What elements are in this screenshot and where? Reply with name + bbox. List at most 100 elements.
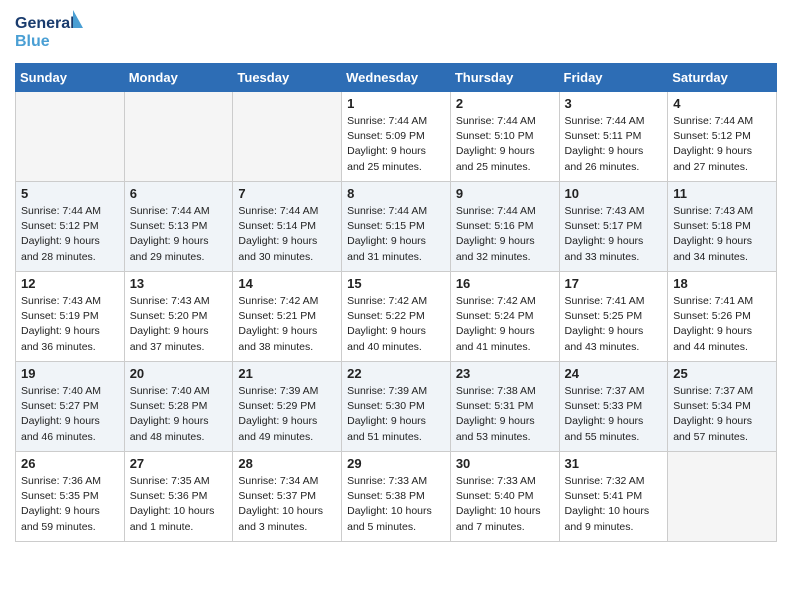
calendar-cell: 19 Sunrise: 7:40 AMSunset: 5:27 PMDayligh… xyxy=(16,362,125,452)
calendar-cell xyxy=(668,452,777,542)
day-info: Sunrise: 7:40 AMSunset: 5:28 PMDaylight:… xyxy=(130,384,228,445)
calendar-cell xyxy=(233,92,342,182)
day-number: 26 xyxy=(21,456,119,471)
calendar-cell: 25 Sunrise: 7:37 AMSunset: 5:34 PMDayligh… xyxy=(668,362,777,452)
day-info: Sunrise: 7:41 AMSunset: 5:26 PMDaylight:… xyxy=(673,294,771,355)
day-info: Sunrise: 7:40 AMSunset: 5:27 PMDaylight:… xyxy=(21,384,119,445)
calendar-cell: 20 Sunrise: 7:40 AMSunset: 5:28 PMDayligh… xyxy=(124,362,233,452)
day-info: Sunrise: 7:44 AMSunset: 5:12 PMDaylight:… xyxy=(673,114,771,175)
day-info: Sunrise: 7:43 AMSunset: 5:17 PMDaylight:… xyxy=(565,204,663,265)
calendar-cell: 3 Sunrise: 7:44 AMSunset: 5:11 PMDaylight… xyxy=(559,92,668,182)
weekday-monday: Monday xyxy=(124,64,233,92)
calendar-cell: 31 Sunrise: 7:32 AMSunset: 5:41 PMDayligh… xyxy=(559,452,668,542)
calendar-cell: 21 Sunrise: 7:39 AMSunset: 5:29 PMDayligh… xyxy=(233,362,342,452)
day-number: 9 xyxy=(456,186,554,201)
weekday-thursday: Thursday xyxy=(450,64,559,92)
weekday-saturday: Saturday xyxy=(668,64,777,92)
calendar-cell: 24 Sunrise: 7:37 AMSunset: 5:33 PMDayligh… xyxy=(559,362,668,452)
day-number: 5 xyxy=(21,186,119,201)
day-number: 12 xyxy=(21,276,119,291)
calendar-cell: 1 Sunrise: 7:44 AMSunset: 5:09 PMDaylight… xyxy=(342,92,451,182)
day-info: Sunrise: 7:39 AMSunset: 5:29 PMDaylight:… xyxy=(238,384,336,445)
calendar-table: SundayMondayTuesdayWednesdayThursdayFrid… xyxy=(15,63,777,542)
day-info: Sunrise: 7:42 AMSunset: 5:21 PMDaylight:… xyxy=(238,294,336,355)
day-number: 17 xyxy=(565,276,663,291)
calendar-cell: 22Sunrise: 7:39 AMSunset: 5:30 PMDayligh… xyxy=(342,362,451,452)
calendar-week-5: 26 Sunrise: 7:36 AMSunset: 5:35 PMDayligh… xyxy=(16,452,777,542)
calendar-cell: 15 Sunrise: 7:42 AMSunset: 5:22 PMDayligh… xyxy=(342,272,451,362)
day-number: 19 xyxy=(21,366,119,381)
day-number: 6 xyxy=(130,186,228,201)
calendar-cell: 8Sunrise: 7:44 AMSunset: 5:15 PMDaylight… xyxy=(342,182,451,272)
calendar-cell: 27Sunrise: 7:35 AMSunset: 5:36 PMDayligh… xyxy=(124,452,233,542)
day-number: 20 xyxy=(130,366,228,381)
calendar-cell xyxy=(124,92,233,182)
day-info: Sunrise: 7:44 AMSunset: 5:13 PMDaylight:… xyxy=(130,204,228,265)
day-number: 3 xyxy=(565,96,663,111)
day-number: 31 xyxy=(565,456,663,471)
day-number: 22 xyxy=(347,366,445,381)
calendar-cell: 13 Sunrise: 7:43 AMSunset: 5:20 PMDayligh… xyxy=(124,272,233,362)
calendar-week-4: 19 Sunrise: 7:40 AMSunset: 5:27 PMDayligh… xyxy=(16,362,777,452)
day-number: 29 xyxy=(347,456,445,471)
svg-text:Blue: Blue xyxy=(15,33,50,50)
calendar-cell: 17Sunrise: 7:41 AMSunset: 5:25 PMDayligh… xyxy=(559,272,668,362)
logo: GeneralBlue xyxy=(15,10,95,55)
day-info: Sunrise: 7:33 AMSunset: 5:40 PMDaylight:… xyxy=(456,474,554,535)
svg-text:General: General xyxy=(15,15,75,32)
day-number: 30 xyxy=(456,456,554,471)
calendar-cell: 4 Sunrise: 7:44 AMSunset: 5:12 PMDaylight… xyxy=(668,92,777,182)
calendar-cell: 28Sunrise: 7:34 AMSunset: 5:37 PMDayligh… xyxy=(233,452,342,542)
day-info: Sunrise: 7:42 AMSunset: 5:22 PMDaylight:… xyxy=(347,294,445,355)
calendar-cell: 10 Sunrise: 7:43 AMSunset: 5:17 PMDayligh… xyxy=(559,182,668,272)
weekday-sunday: Sunday xyxy=(16,64,125,92)
weekday-wednesday: Wednesday xyxy=(342,64,451,92)
day-number: 11 xyxy=(673,186,771,201)
logo: GeneralBlue xyxy=(15,10,95,55)
calendar-cell: 12 Sunrise: 7:43 AMSunset: 5:19 PMDayligh… xyxy=(16,272,125,362)
day-number: 13 xyxy=(130,276,228,291)
calendar-cell: 18 Sunrise: 7:41 AMSunset: 5:26 PMDayligh… xyxy=(668,272,777,362)
day-info: Sunrise: 7:42 AMSunset: 5:24 PMDaylight:… xyxy=(456,294,554,355)
day-info: Sunrise: 7:37 AMSunset: 5:33 PMDaylight:… xyxy=(565,384,663,445)
day-number: 7 xyxy=(238,186,336,201)
day-info: Sunrise: 7:32 AMSunset: 5:41 PMDaylight:… xyxy=(565,474,663,535)
day-info: Sunrise: 7:44 AMSunset: 5:11 PMDaylight:… xyxy=(565,114,663,175)
day-number: 21 xyxy=(238,366,336,381)
day-info: Sunrise: 7:44 AMSunset: 5:16 PMDaylight:… xyxy=(456,204,554,265)
day-info: Sunrise: 7:43 AMSunset: 5:18 PMDaylight:… xyxy=(673,204,771,265)
day-info: Sunrise: 7:35 AMSunset: 5:36 PMDaylight:… xyxy=(130,474,228,535)
calendar-cell xyxy=(16,92,125,182)
weekday-header-row: SundayMondayTuesdayWednesdayThursdayFrid… xyxy=(16,64,777,92)
calendar-cell: 2Sunrise: 7:44 AMSunset: 5:10 PMDaylight… xyxy=(450,92,559,182)
day-info: Sunrise: 7:44 AMSunset: 5:10 PMDaylight:… xyxy=(456,114,554,175)
calendar-cell: 6 Sunrise: 7:44 AMSunset: 5:13 PMDaylight… xyxy=(124,182,233,272)
calendar-cell: 7 Sunrise: 7:44 AMSunset: 5:14 PMDaylight… xyxy=(233,182,342,272)
day-number: 28 xyxy=(238,456,336,471)
page-container: GeneralBlue SundayMondayTuesdayWednesday… xyxy=(0,0,792,552)
calendar-cell: 9 Sunrise: 7:44 AMSunset: 5:16 PMDaylight… xyxy=(450,182,559,272)
weekday-tuesday: Tuesday xyxy=(233,64,342,92)
day-info: Sunrise: 7:44 AMSunset: 5:09 PMDaylight:… xyxy=(347,114,445,175)
day-info: Sunrise: 7:43 AMSunset: 5:20 PMDaylight:… xyxy=(130,294,228,355)
day-number: 25 xyxy=(673,366,771,381)
day-number: 15 xyxy=(347,276,445,291)
calendar-cell: 29 Sunrise: 7:33 AMSunset: 5:38 PMDayligh… xyxy=(342,452,451,542)
calendar-cell: 26 Sunrise: 7:36 AMSunset: 5:35 PMDayligh… xyxy=(16,452,125,542)
day-number: 18 xyxy=(673,276,771,291)
page-header: GeneralBlue xyxy=(15,10,777,55)
day-number: 24 xyxy=(565,366,663,381)
day-info: Sunrise: 7:36 AMSunset: 5:35 PMDaylight:… xyxy=(21,474,119,535)
day-number: 14 xyxy=(238,276,336,291)
day-number: 1 xyxy=(347,96,445,111)
day-info: Sunrise: 7:44 AMSunset: 5:14 PMDaylight:… xyxy=(238,204,336,265)
day-info: Sunrise: 7:37 AMSunset: 5:34 PMDaylight:… xyxy=(673,384,771,445)
day-info: Sunrise: 7:33 AMSunset: 5:38 PMDaylight:… xyxy=(347,474,445,535)
day-info: Sunrise: 7:43 AMSunset: 5:19 PMDaylight:… xyxy=(21,294,119,355)
calendar-cell: 14 Sunrise: 7:42 AMSunset: 5:21 PMDayligh… xyxy=(233,272,342,362)
day-number: 4 xyxy=(673,96,771,111)
day-number: 10 xyxy=(565,186,663,201)
day-info: Sunrise: 7:44 AMSunset: 5:15 PMDaylight:… xyxy=(347,204,445,265)
calendar-cell: 30 Sunrise: 7:33 AMSunset: 5:40 PMDayligh… xyxy=(450,452,559,542)
day-info: Sunrise: 7:38 AMSunset: 5:31 PMDaylight:… xyxy=(456,384,554,445)
